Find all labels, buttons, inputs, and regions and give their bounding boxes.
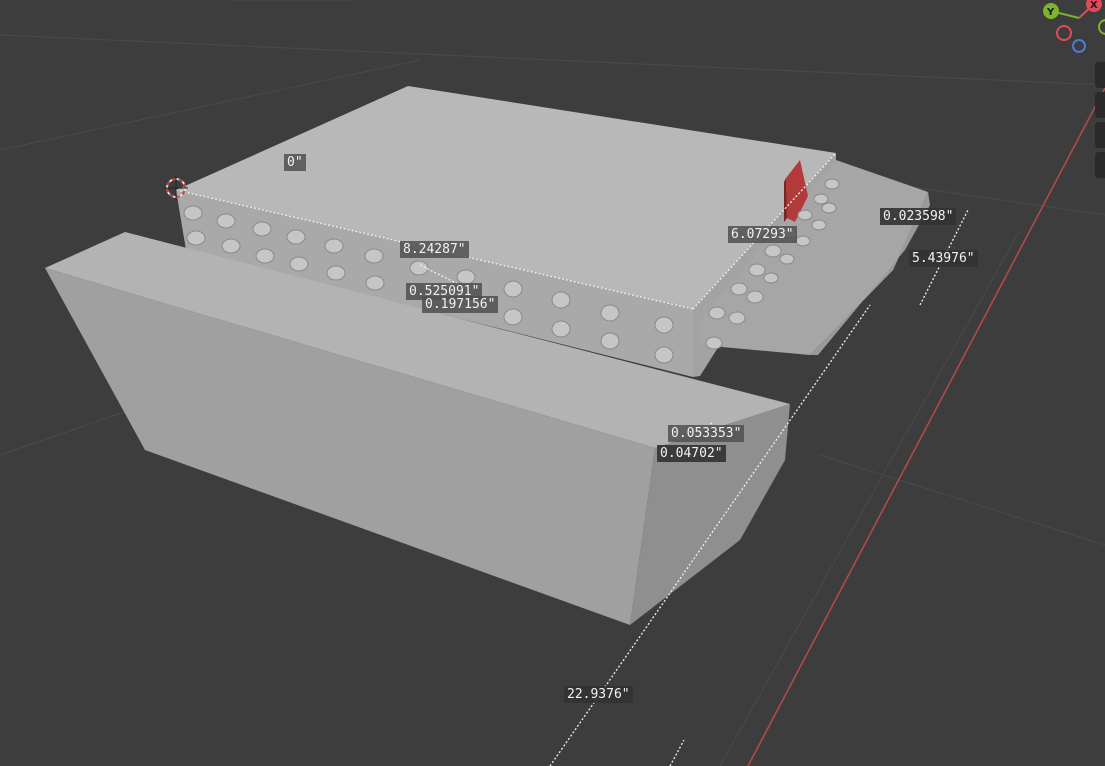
pan-icon[interactable]: [1095, 92, 1105, 118]
measure-label: 22.9376": [564, 686, 633, 703]
measure-label: 0.023598": [880, 208, 957, 225]
camera-icon[interactable]: [1095, 122, 1105, 148]
measure-label: 0.197156": [422, 296, 499, 313]
navigation-gizmo[interactable]: Y X: [1043, 0, 1105, 53]
gizmo-neg-x-icon[interactable]: [1056, 25, 1072, 41]
gizmo-neg-y-icon[interactable]: [1098, 19, 1105, 35]
measure-label-zero: 0": [284, 154, 306, 171]
3d-viewport[interactable]: Y X: [0, 0, 1105, 766]
perspective-icon[interactable]: [1095, 152, 1105, 178]
measure-label: 0.04702": [657, 445, 726, 462]
gizmo-neg-z-icon[interactable]: [1072, 39, 1086, 53]
gizmo-y-label: Y: [1046, 7, 1055, 18]
zoom-icon[interactable]: [1095, 62, 1105, 88]
measure-label: 6.07293": [728, 226, 797, 243]
measure-label: 8.24287": [400, 241, 469, 258]
gizmo-x-label: X: [1090, 0, 1098, 11]
measure-label: 0.053353": [668, 425, 745, 442]
measure-label: 5.43976": [909, 250, 978, 267]
